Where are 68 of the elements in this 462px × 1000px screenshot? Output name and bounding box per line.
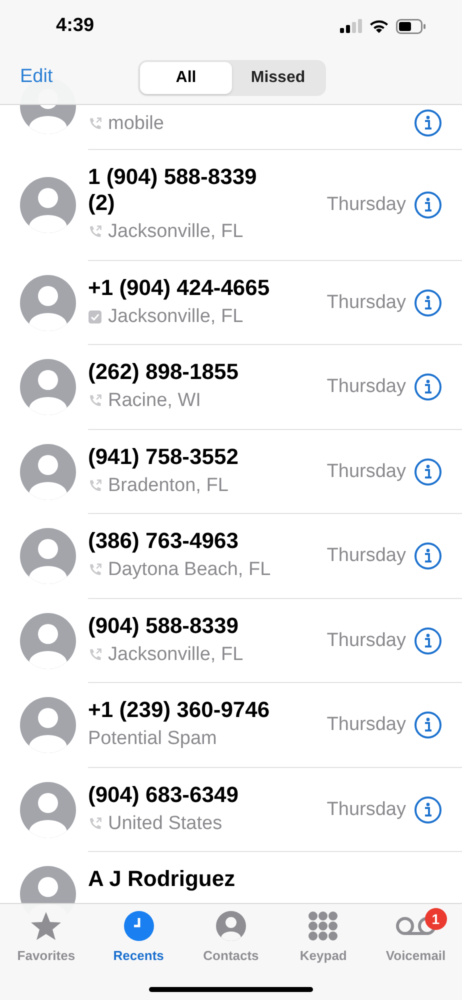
star-icon (30, 911, 62, 941)
clock-time: 4:39 (56, 14, 94, 38)
phone-icon (88, 563, 102, 578)
call-location: mobile (108, 112, 164, 136)
caller-name: (904) 683-6349 (88, 782, 240, 808)
battery-icon (396, 18, 426, 34)
phone-icon (88, 394, 102, 408)
edit-button[interactable]: Edit (20, 62, 53, 92)
call-day: Thursday (326, 191, 406, 220)
clock-icon (124, 911, 154, 941)
phone-icon (88, 478, 102, 493)
wifi-icon (369, 18, 389, 34)
tab-bar-item[interactable]: Recents (92, 910, 185, 966)
call-day: Thursday (326, 542, 406, 570)
avatar-icon (20, 782, 76, 838)
call-day: Thursday (326, 626, 406, 655)
caller-name: +1 (904) 424-4665 (88, 274, 271, 300)
phone-icon (88, 816, 102, 831)
info-icon[interactable] (414, 373, 442, 402)
call-day: Thursday (326, 458, 406, 486)
segment-tab[interactable]: All (140, 62, 232, 94)
caller-name: (904) 588-8339 (88, 612, 240, 638)
info-icon[interactable] (414, 288, 442, 317)
caller-name: 1 (904) 588-8339 (2) (88, 164, 258, 216)
call-day: Thursday (326, 711, 406, 740)
caller-name: +1 (239) 360-9746 (88, 697, 271, 723)
call-location: United States (108, 812, 222, 836)
tab-bar-item[interactable]: Favorites (0, 910, 92, 966)
call-location: Racine, WI (108, 389, 201, 413)
checkmark-icon (88, 310, 102, 324)
tab-bar-item[interactable]: Keypad (277, 910, 370, 966)
caller-name: (262) 898-1855 (88, 359, 240, 385)
info-icon[interactable] (414, 191, 442, 220)
info-icon[interactable] (414, 711, 442, 740)
call-day: Thursday (326, 288, 406, 317)
segment-tab[interactable]: Missed (232, 62, 324, 94)
notification-badge: 1 (424, 908, 447, 930)
avatar-icon (20, 274, 76, 331)
tab-bar-item[interactable]: Contacts (184, 910, 278, 966)
phone-icon (88, 648, 102, 662)
caller-name: (941) 758-3552 (88, 444, 240, 470)
call-location: Bradenton, FL (108, 474, 228, 498)
info-icon[interactable] (414, 542, 442, 570)
call-day: Thursday (326, 796, 406, 824)
keypad-icon (307, 911, 340, 941)
info-icon[interactable] (414, 626, 442, 655)
call-day: Thursday (326, 373, 406, 402)
phone-icon (88, 116, 102, 131)
phone-icon (88, 225, 102, 240)
call-location: Daytona Beach, FL (108, 558, 271, 582)
avatar-icon (20, 177, 76, 234)
avatar-icon (20, 697, 76, 754)
caller-name: A J Rodriguez (88, 866, 236, 892)
call-location: Jacksonville, FL (108, 220, 244, 244)
info-icon[interactable] (414, 458, 442, 486)
avatar-icon (20, 359, 76, 416)
info-icon[interactable] (414, 108, 442, 137)
call-location: Potential Spam (88, 727, 217, 751)
person-icon (216, 911, 246, 941)
signal-icon (340, 19, 362, 33)
avatar-icon (20, 528, 76, 584)
caller-name: (386) 763-4963 (88, 528, 240, 554)
call-location: Jacksonville, FL (108, 642, 244, 666)
tab-bar-item[interactable]: Voicemail 1 (370, 910, 462, 966)
info-icon[interactable] (414, 796, 442, 824)
avatar-icon (20, 444, 76, 500)
call-location: Jacksonville, FL (108, 304, 244, 328)
avatar-icon (20, 612, 76, 669)
